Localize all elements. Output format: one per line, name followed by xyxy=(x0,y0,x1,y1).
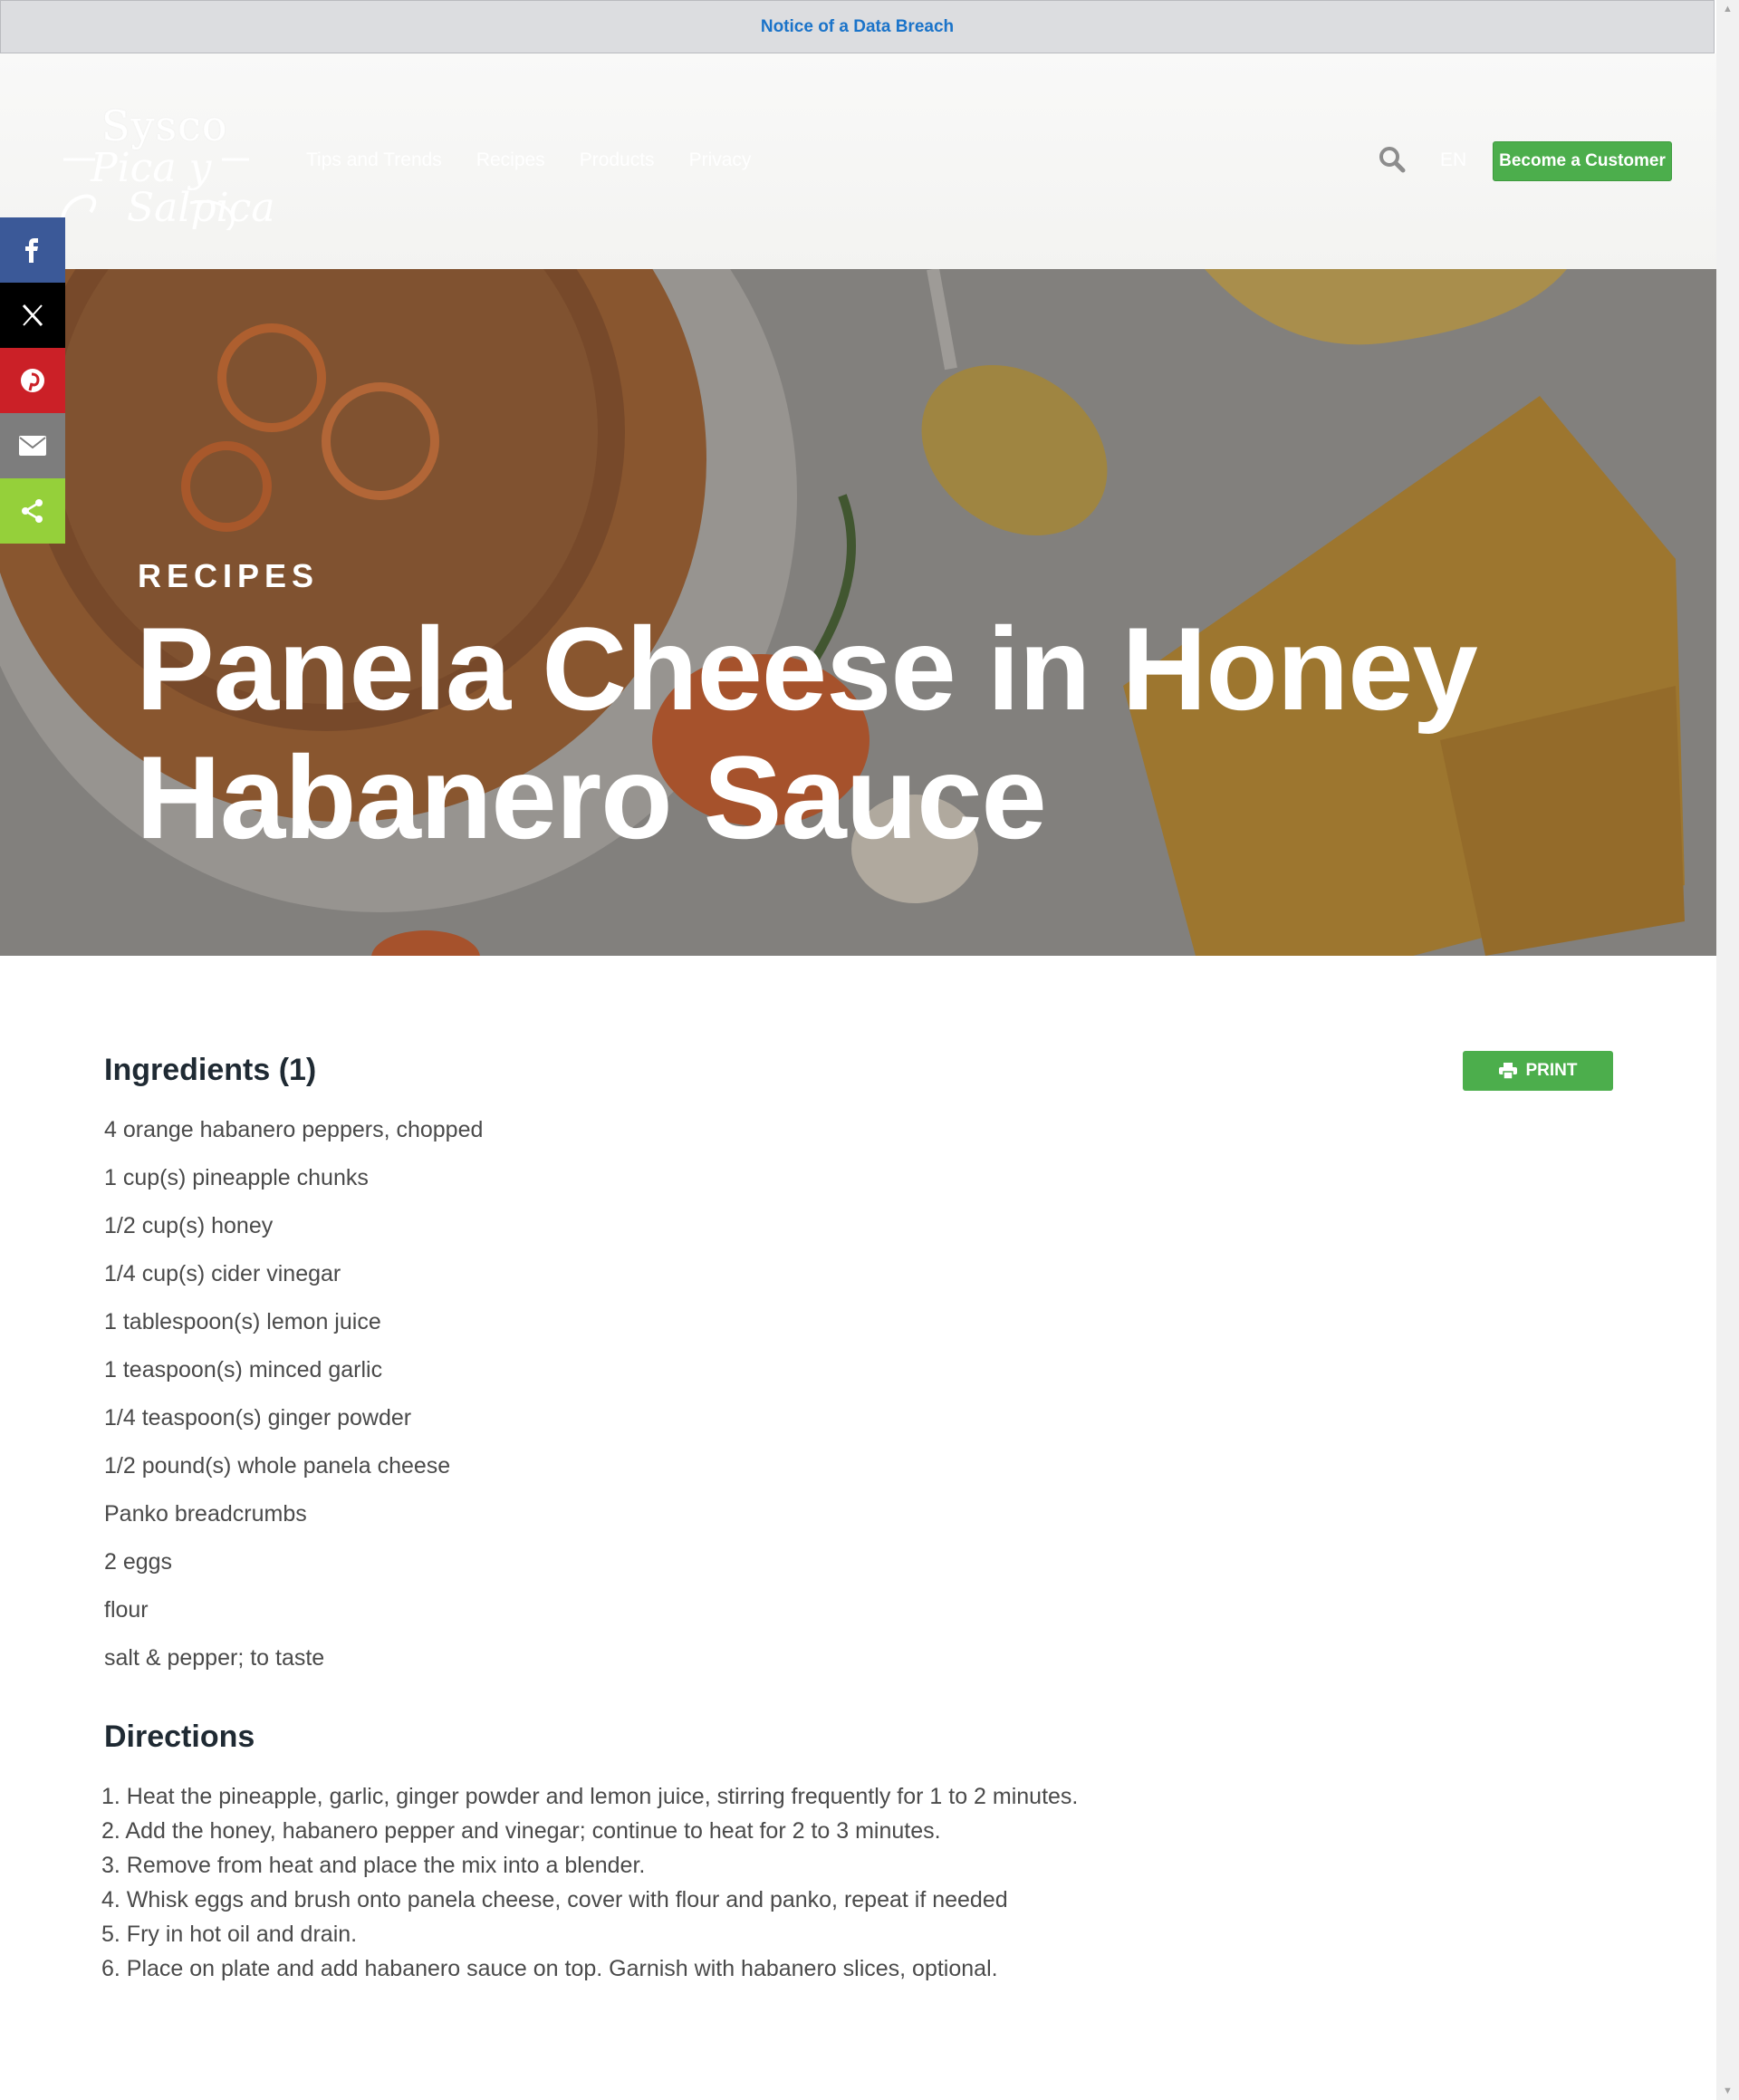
ingredient-item: flour xyxy=(104,1597,149,1623)
ingredient-item: 4 orange habanero peppers, chopped xyxy=(104,1117,484,1142)
nav-item-privacy[interactable]: Privacy xyxy=(689,149,752,171)
ingredient-item: 2 eggs xyxy=(104,1549,173,1575)
notice-bar: Notice of a Data Breach xyxy=(0,0,1715,53)
data-breach-notice-link[interactable]: Notice of a Data Breach xyxy=(761,17,954,37)
logo-script-text: Pica y Salpica xyxy=(91,149,275,228)
more-share-button[interactable] xyxy=(0,478,65,544)
become-customer-button[interactable]: Become a Customer xyxy=(1493,141,1672,181)
scroll-down-arrow-icon[interactable]: ▼ xyxy=(1716,2082,1739,2100)
x-icon xyxy=(22,303,43,327)
ingredient-item: 1/2 cup(s) honey xyxy=(104,1213,274,1238)
direction-step: 4. Whisk eggs and brush onto panela chee… xyxy=(101,1887,1008,1912)
email-share-button[interactable] xyxy=(0,413,65,478)
logo-brand-text: Sysco xyxy=(101,101,228,150)
direction-step: 3. Remove from heat and place the mix in… xyxy=(101,1853,646,1878)
nav-item-products[interactable]: Products xyxy=(580,149,655,171)
ingredient-item: 1/4 teaspoon(s) ginger powder xyxy=(104,1405,412,1431)
directions-list: 1. Heat the pineapple, garlic, ginger po… xyxy=(101,1783,1078,1989)
nav-item-recipes[interactable]: Recipes xyxy=(476,149,545,171)
page-title: Panela Cheese in Honey Habanero Sauce xyxy=(136,602,1478,863)
logo-script-line2: Salpica xyxy=(127,185,275,231)
directions-heading: Directions xyxy=(104,1719,255,1754)
ingredients-list: 4 orange habanero peppers, chopped 1 cup… xyxy=(104,1116,483,1692)
search-icon[interactable] xyxy=(1377,144,1408,175)
print-button[interactable]: PRINT xyxy=(1463,1051,1613,1091)
direction-step: 1. Heat the pineapple, garlic, ginger po… xyxy=(101,1784,1079,1809)
direction-step: 2. Add the honey, habanero pepper and vi… xyxy=(101,1818,941,1844)
printer-icon xyxy=(1498,1063,1517,1079)
hero-kicker: RECIPES xyxy=(138,557,320,594)
pinterest-share-button[interactable] xyxy=(0,348,65,413)
direction-step: 6. Place on plate and add habanero sauce… xyxy=(101,1956,998,1981)
ingredient-item: 1/4 cup(s) cider vinegar xyxy=(104,1261,341,1286)
nav-item-tips-and-trends[interactable]: Tips and Trends xyxy=(306,149,442,171)
print-label: PRINT xyxy=(1525,1061,1578,1080)
hero-banner: RECIPES Panela Cheese in Honey Habanero … xyxy=(0,269,1716,956)
scroll-thumb[interactable] xyxy=(1721,18,1734,45)
facebook-icon xyxy=(25,238,38,263)
logo-script-line1: Pica y xyxy=(91,145,212,191)
share-icon xyxy=(22,499,43,523)
ingredient-item: Panko breadcrumbs xyxy=(104,1501,307,1527)
scroll-up-arrow-icon[interactable]: ▲ xyxy=(1716,0,1739,18)
pinterest-icon xyxy=(21,369,44,392)
ingredient-item: 1 tablespoon(s) lemon juice xyxy=(104,1309,381,1334)
ingredient-item: 1 teaspoon(s) minced garlic xyxy=(104,1357,383,1382)
social-share-bar xyxy=(0,217,65,544)
page-scrollbar[interactable]: ▲ ▼ xyxy=(1716,0,1739,2100)
email-icon xyxy=(19,436,46,456)
site-logo[interactable]: Sysco Pica y Salpica xyxy=(54,94,275,230)
facebook-share-button[interactable] xyxy=(0,217,65,283)
page: Notice of a Data Breach Sysco Pica y Sal… xyxy=(0,0,1716,2100)
x-share-button[interactable] xyxy=(0,283,65,348)
language-selector[interactable]: EN xyxy=(1440,149,1466,171)
ingredient-item: salt & pepper; to taste xyxy=(104,1645,325,1671)
ingredient-item: 1/2 pound(s) whole panela cheese xyxy=(104,1453,451,1479)
ingredient-item: 1 cup(s) pineapple chunks xyxy=(104,1165,369,1190)
main-nav: Tips and Trends Recipes Products Privacy xyxy=(306,149,751,171)
site-header: Sysco Pica y Salpica Tips and Trends Rec… xyxy=(0,53,1716,269)
ingredients-heading: Ingredients (1) xyxy=(104,1053,317,1087)
direction-step: 5. Fry in hot oil and drain. xyxy=(101,1922,358,1947)
